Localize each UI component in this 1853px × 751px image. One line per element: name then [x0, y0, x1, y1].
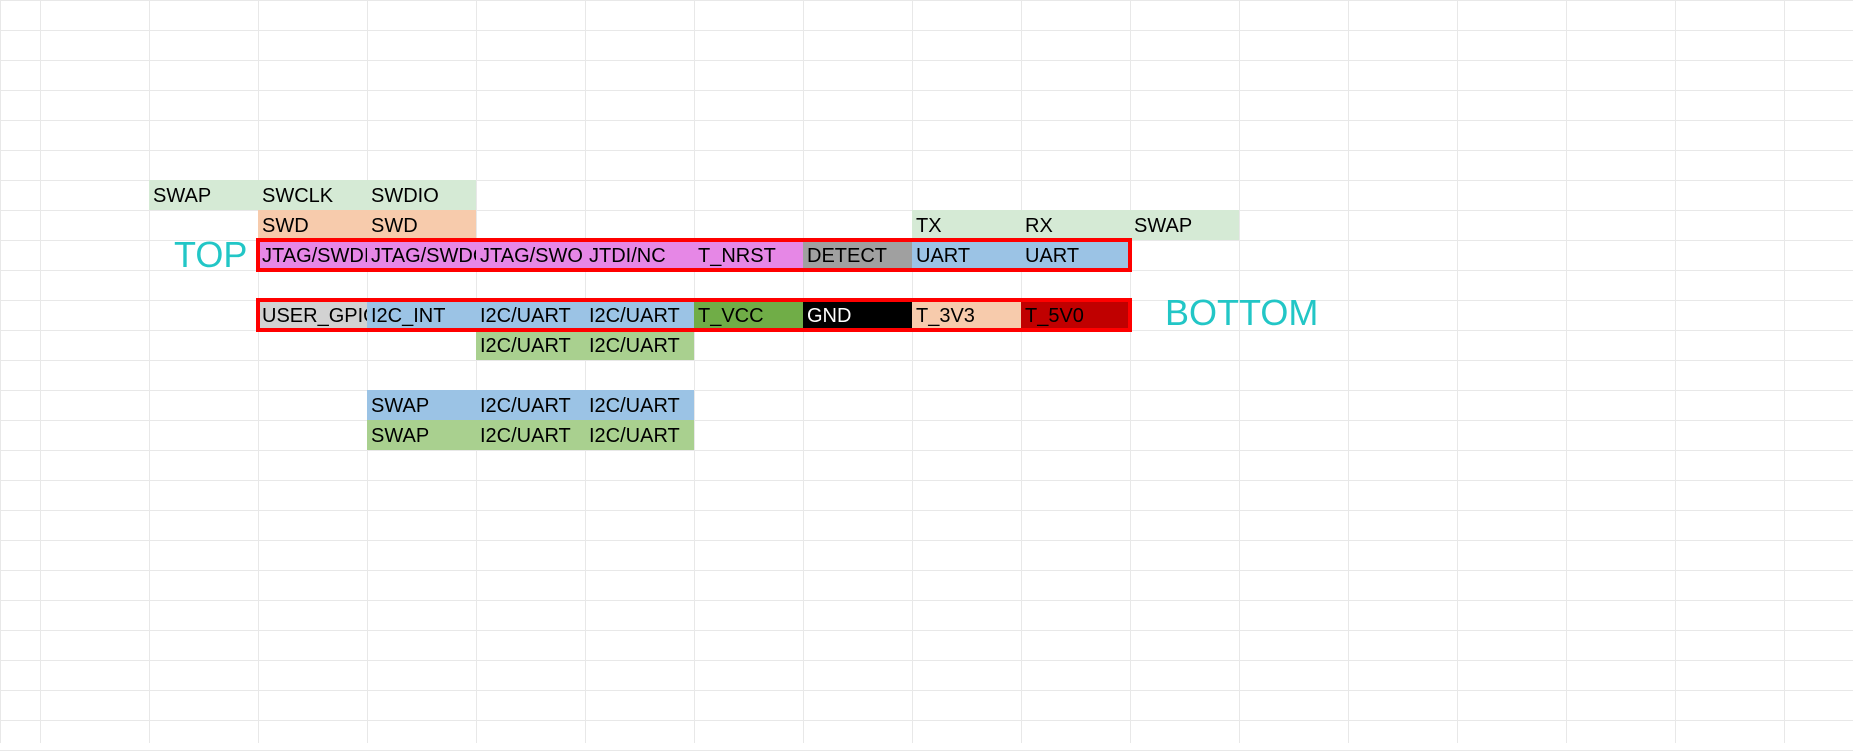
cell[interactable]: T_NRST	[694, 240, 803, 270]
cell[interactable]: I2C/UART	[476, 420, 585, 450]
cell[interactable]: DETECT	[803, 240, 912, 270]
cell[interactable]: TX	[912, 210, 1021, 240]
cell[interactable]: T_VCC	[694, 300, 803, 330]
cell[interactable]: SWD	[258, 210, 367, 240]
label-bottom: BOTTOM	[1165, 292, 1318, 334]
cell[interactable]: JTAG/SWO	[476, 240, 585, 270]
cell[interactable]: RX	[1021, 210, 1130, 240]
cell[interactable]: SWAP	[1130, 210, 1239, 240]
cell[interactable]: I2C/UART	[585, 330, 694, 360]
cell[interactable]: SWDIO	[367, 180, 476, 210]
cell[interactable]: I2C_INT	[367, 300, 476, 330]
cell[interactable]: SWAP	[367, 420, 476, 450]
cell[interactable]: I2C/UART	[585, 300, 694, 330]
cell[interactable]: T_3V3	[912, 300, 1021, 330]
cell[interactable]: I2C/UART	[585, 390, 694, 420]
cell[interactable]: I2C/UART	[585, 420, 694, 450]
cell[interactable]: GND	[803, 300, 912, 330]
cell[interactable]: USER_GPIO	[258, 300, 367, 330]
cell[interactable]: JTDI/NC	[585, 240, 694, 270]
cell[interactable]: I2C/UART	[476, 300, 585, 330]
cell[interactable]: UART	[1021, 240, 1130, 270]
cell[interactable]: SWAP	[367, 390, 476, 420]
cell[interactable]: SWAP	[149, 180, 258, 210]
cell[interactable]: SWD	[367, 210, 476, 240]
cell[interactable]: SWCLK	[258, 180, 367, 210]
cell[interactable]: UART	[912, 240, 1021, 270]
cell[interactable]: JTAG/SWDCLK	[367, 240, 476, 270]
cell[interactable]: I2C/UART	[476, 330, 585, 360]
cell[interactable]: I2C/UART	[476, 390, 585, 420]
cell[interactable]: T_5V0	[1021, 300, 1130, 330]
cell[interactable]: JTAG/SWDIO	[258, 240, 367, 270]
label-top: TOP	[174, 234, 247, 276]
